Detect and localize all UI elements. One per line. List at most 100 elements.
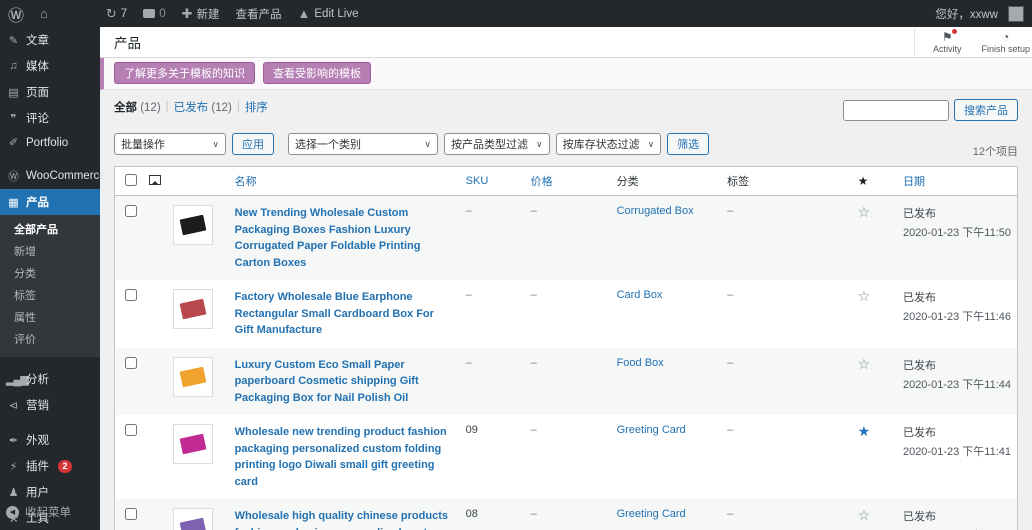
- view-all-link[interactable]: 全部 (12): [114, 99, 161, 115]
- category-link[interactable]: Card Box: [617, 289, 663, 301]
- sidebar-item-media[interactable]: ♫媒体: [0, 53, 100, 79]
- sidebar-item-posts[interactable]: ✎文章: [0, 27, 100, 53]
- stock-status-filter-select[interactable]: 按库存状态过滤 ∨: [556, 133, 662, 155]
- submenu-item[interactable]: 标签: [0, 284, 100, 306]
- howdy-text: 您好，xxww: [935, 6, 998, 22]
- woocommerce-icon: Ⓦ: [6, 168, 20, 184]
- site-home-link[interactable]: ⌂: [32, 0, 56, 27]
- featured-star-filled-icon[interactable]: ★: [858, 423, 871, 439]
- view-published-count: (12): [211, 102, 231, 114]
- category-link[interactable]: Food Box: [617, 357, 664, 369]
- view-published-link[interactable]: 已发布 (12): [174, 99, 232, 115]
- view-filter-links: 全部 (12) | 已发布 (12) | 排序: [114, 99, 268, 115]
- sidebar-item-plugins[interactable]: ⚡插件2: [0, 453, 100, 479]
- publish-date: 2020-01-23 下午11:41: [903, 443, 1011, 459]
- sku-value: 09: [466, 424, 478, 436]
- sidebar-item-marketing[interactable]: ⊲营销: [0, 392, 100, 418]
- row-checkbox[interactable]: [125, 357, 137, 369]
- product-thumbnail[interactable]: [173, 357, 213, 397]
- sidebar-item-comments[interactable]: ❞评论: [0, 105, 100, 131]
- category-filter-select[interactable]: 选择一个类别 ∨: [288, 133, 438, 155]
- product-list-area: 全部 (12) | 已发布 (12) | 排序 搜索产品 批量操作: [100, 90, 1032, 530]
- comments-count: 0: [159, 8, 165, 20]
- plugins-badge: 2: [58, 460, 72, 473]
- product-name-link[interactable]: Wholesale new trending product fashion p…: [235, 424, 454, 490]
- row-checkbox[interactable]: [125, 508, 137, 520]
- submenu-item[interactable]: 属性: [0, 306, 100, 328]
- sku-value: 08: [466, 508, 478, 520]
- featured-star-outline-icon[interactable]: ☆: [858, 288, 871, 304]
- search-input[interactable]: [843, 100, 949, 121]
- view-all-label: 全部: [114, 102, 137, 114]
- sidebar-item-products[interactable]: ▦产品: [0, 189, 100, 215]
- product-image: [180, 299, 207, 320]
- featured-star-outline-icon[interactable]: ☆: [858, 507, 871, 523]
- product-name-link[interactable]: Luxury Custom Eco Small Paper paperboard…: [235, 357, 454, 407]
- submenu-item[interactable]: 分类: [0, 262, 100, 284]
- activity-button[interactable]: ⚑ Activity: [933, 31, 962, 54]
- table-row: New Trending Wholesale Custom Packaging …: [115, 196, 1018, 281]
- template-notice: 了解更多关于模板的知识 查看受影响的模板: [100, 58, 1032, 90]
- category-link[interactable]: Corrugated Box: [617, 205, 694, 217]
- publish-status: 已发布: [903, 205, 1011, 221]
- sidebar-item-pages[interactable]: ▤页面: [0, 79, 100, 105]
- search-box: 搜索产品: [843, 99, 1018, 121]
- product-name-link[interactable]: Factory Wholesale Blue Earphone Rectangu…: [235, 289, 454, 339]
- comments-link[interactable]: 0: [135, 0, 173, 27]
- view-sorting-link[interactable]: 排序: [245, 99, 268, 115]
- collapse-menu-button[interactable]: ◀ 收起菜单: [0, 499, 100, 525]
- apply-button[interactable]: 应用: [232, 133, 274, 155]
- product-name-link[interactable]: New Trending Wholesale Custom Packaging …: [235, 205, 454, 271]
- column-date[interactable]: 日期: [897, 167, 1018, 196]
- category-link[interactable]: Greeting Card: [617, 424, 686, 436]
- featured-star-outline-icon[interactable]: ☆: [858, 204, 871, 220]
- row-checkbox[interactable]: [125, 205, 137, 217]
- finish-setup-button[interactable]: ◔ Finish setup: [981, 31, 1030, 54]
- sidebar-item-label: 页面: [26, 84, 49, 100]
- category-link[interactable]: Greeting Card: [617, 508, 686, 520]
- search-products-button[interactable]: 搜索产品: [954, 99, 1018, 121]
- select-all-checkbox[interactable]: [125, 174, 137, 186]
- updates-count: 7: [121, 8, 127, 20]
- featured-star-outline-icon[interactable]: ☆: [858, 356, 871, 372]
- new-content-link[interactable]: ✚ 新建: [174, 0, 228, 27]
- activity-panel: ⚑ Activity ◔ Finish setup: [914, 29, 1032, 56]
- product-thumbnail[interactable]: [173, 424, 213, 464]
- submenu-item[interactable]: 评价: [0, 328, 100, 350]
- submenu-item[interactable]: 全部产品: [0, 218, 100, 240]
- activity-label: Activity: [933, 44, 962, 54]
- bulk-action-select[interactable]: 批量操作 ∨: [114, 133, 226, 155]
- column-price[interactable]: 价格: [525, 167, 611, 196]
- row-checkbox[interactable]: [125, 424, 137, 436]
- sidebar-item-portfolio[interactable]: ✐Portfolio: [0, 131, 100, 154]
- updates-icon: ↻: [106, 7, 117, 20]
- column-name[interactable]: 名称: [229, 167, 460, 196]
- learn-more-templates-button[interactable]: 了解更多关于模板的知识: [114, 62, 255, 84]
- product-thumbnail[interactable]: [173, 205, 213, 245]
- sidebar-item-analytics[interactable]: ▂▄▆分析: [0, 366, 100, 392]
- tag-value: –: [727, 205, 733, 217]
- chevron-down-icon: ∨: [424, 139, 431, 150]
- product-thumbnail[interactable]: [173, 289, 213, 329]
- row-checkbox[interactable]: [125, 289, 137, 301]
- column-sku[interactable]: SKU: [460, 167, 525, 196]
- product-name-link[interactable]: Wholesale high quality chinese products …: [235, 508, 454, 530]
- product-type-filter-select[interactable]: 按产品类型过滤 ∨: [444, 133, 550, 155]
- edit-live-link[interactable]: ▲ Edit Live: [290, 0, 367, 27]
- account-menu[interactable]: 您好，xxww: [927, 6, 1032, 22]
- view-affected-templates-button[interactable]: 查看受影响的模板: [263, 62, 371, 84]
- sidebar-item-woocommerce[interactable]: ⓌWooCommerce: [0, 163, 100, 189]
- view-products-link[interactable]: 查看产品: [228, 0, 290, 27]
- submenu-item[interactable]: 新增: [0, 240, 100, 262]
- wordpress-menu[interactable]: Ⓦ: [0, 0, 32, 27]
- admin-sidebar: ✎文章♫媒体▤页面❞评论✐Portfolio ⓌWooCommerce▦产品全部产…: [0, 27, 100, 530]
- updates-link[interactable]: ↻ 7: [98, 0, 135, 27]
- publish-date: 2020-01-23 下午11:50: [903, 224, 1011, 240]
- table-row: Wholesale new trending product fashion p…: [115, 415, 1018, 499]
- sidebar-item-appearance[interactable]: ✒外观: [0, 427, 100, 453]
- sku-value: –: [466, 205, 472, 217]
- product-thumbnail[interactable]: [173, 508, 213, 530]
- filter-button[interactable]: 筛选: [667, 133, 709, 155]
- sidebar-item-label: 产品: [26, 194, 49, 210]
- bulk-action-value: 批量操作: [121, 136, 165, 152]
